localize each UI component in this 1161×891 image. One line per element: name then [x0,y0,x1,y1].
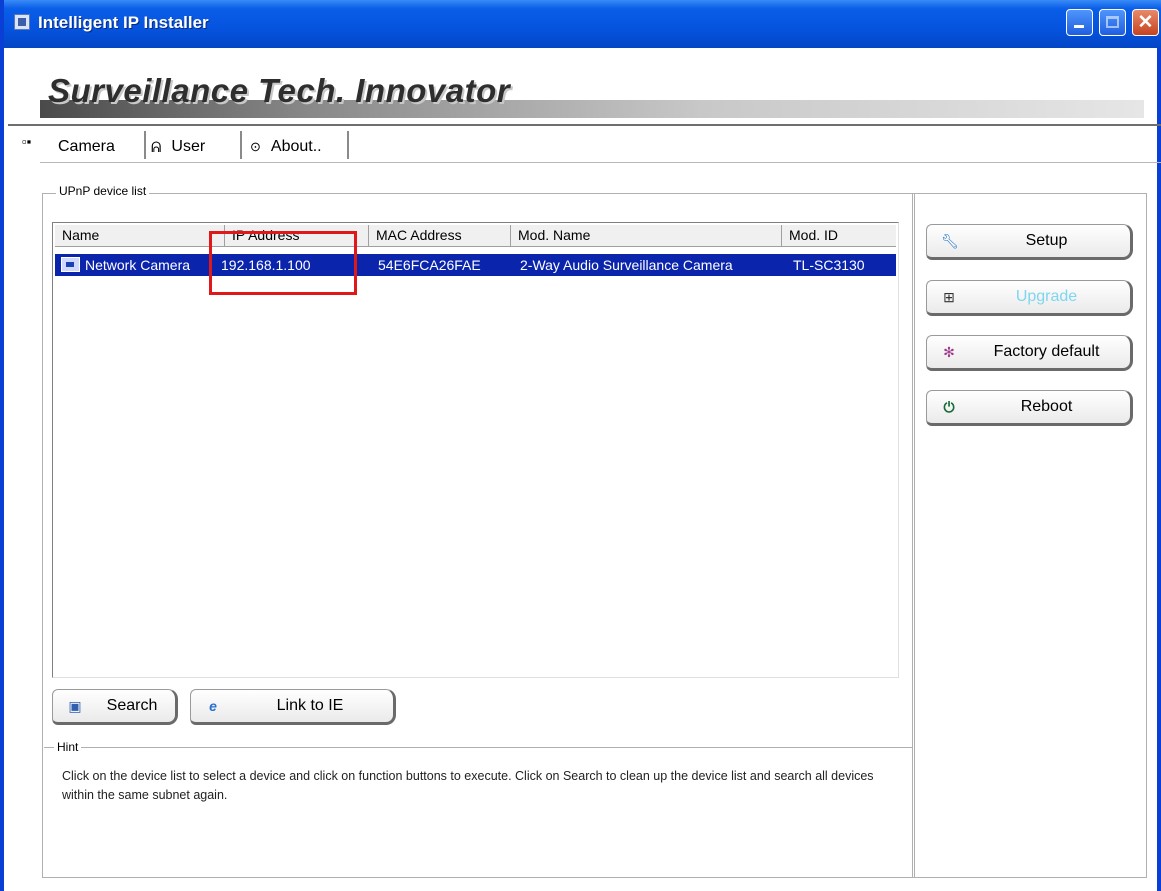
maximize-icon [1106,16,1119,28]
cell-name: Network Camera [85,257,191,273]
camera-icon: ▫▪ [22,134,32,149]
close-icon: ✕ [1137,12,1154,33]
user-icon: ᕱ [151,138,162,155]
cell-mac: 54E6FCA26FAE [378,257,481,273]
tab-about[interactable]: ⊙ About.. [250,133,322,161]
hint-divider [44,747,912,748]
tab-user-label: User [171,138,206,155]
info-icon: ⊙ [250,139,261,154]
column-header-mod-name[interactable]: Mod. Name [511,225,782,246]
search-button[interactable]: ▣ Search [52,689,178,725]
tab-panel-border [40,162,1161,163]
column-header-name[interactable]: Name [55,225,225,246]
app-icon [14,14,30,30]
brand-slogan: Surveillance Tech. Innovator [48,72,511,109]
spinner-icon: ✻ [943,344,955,360]
network-camera-icon [61,257,80,272]
tab-camera[interactable]: Camera [58,133,115,161]
tab-separator [240,131,242,159]
hint-title: Hint [54,740,82,754]
minimize-icon [1074,25,1084,28]
column-header-ip[interactable]: IP Address [225,225,369,246]
link-to-ie-label: Link to IE [276,697,344,714]
reboot-button[interactable]: ⏻ Reboot [926,390,1133,426]
search-icon: ▣ [68,698,82,714]
link-to-ie-button[interactable]: e Link to IE [190,689,396,725]
cell-mod-id: TL-SC3130 [793,257,865,273]
close-button[interactable]: ✕ [1132,9,1159,36]
setup-button[interactable]: 🔧︎ Setup [926,224,1133,260]
window-title: Intelligent IP Installer [38,13,209,32]
tab-about-label: About.. [270,138,322,155]
upgrade-icon: ⊞ [943,289,955,305]
tab-user[interactable]: ᕱ User [151,133,205,161]
upgrade-button[interactable]: ⊞ Upgrade [926,280,1133,316]
setup-button-label: Setup [1025,232,1068,249]
header-divider [8,124,1161,126]
factory-default-button[interactable]: ✻ Factory default [926,335,1133,371]
power-icon: ⏻ [943,399,955,415]
column-header-mac[interactable]: MAC Address [369,225,511,246]
internet-explorer-icon: e [209,698,217,714]
tab-separator [347,131,349,159]
maximize-button[interactable] [1099,9,1126,36]
device-list-group-title: UPnP device list [56,184,150,198]
search-button-label: Search [106,697,158,714]
hint-text: Click on the device list to select a dev… [62,769,874,802]
cell-ip: 192.168.1.100 [221,257,311,273]
wrench-icon: 🔧︎ [941,233,959,249]
reboot-button-label: Reboot [1020,398,1073,415]
table-row[interactable]: Network Camera 192.168.1.100 54E6FCA26FA… [55,254,896,276]
list-header: Name IP Address MAC Address Mod. Name Mo… [55,225,896,247]
device-list[interactable]: Name IP Address MAC Address Mod. Name Mo… [52,222,899,678]
upgrade-button-label: Upgrade [1015,288,1078,305]
factory-default-button-label: Factory default [993,343,1100,360]
column-header-mod-id[interactable]: Mod. ID [782,225,896,246]
tab-separator [144,131,146,159]
cell-mod-name: 2-Way Audio Surveillance Camera [520,257,733,273]
tab-camera-label: Camera [58,138,115,155]
title-bar[interactable]: Intelligent IP Installer ✕ [4,0,1161,48]
minimize-button[interactable] [1066,9,1093,36]
app-window: Intelligent IP Installer ✕ Surveillance … [0,0,1161,891]
